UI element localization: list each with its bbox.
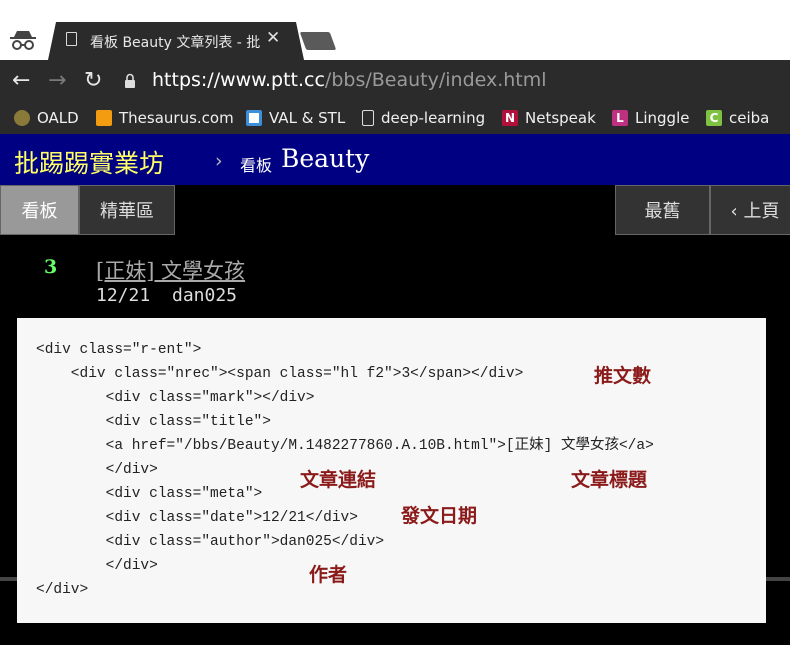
new-tab-button[interactable] [299,32,337,50]
oald-icon [14,110,30,126]
code-line: <div class="title"> [36,414,271,430]
code-line: </div> [36,558,158,574]
page-icon [66,32,77,46]
bookmark-label: Thesaurus.com [119,109,234,127]
code-line: <div class="mark"></div> [36,390,315,406]
article-date: 12/21 [96,285,151,306]
code-line: <div class="date">12/21</div> [36,510,358,526]
breadcrumb-separator: › [215,150,223,172]
article-author: dan025 [172,285,238,306]
ceiba-icon: C [706,110,722,126]
bookmark-thesaurus[interactable]: Thesaurus.com [96,107,234,129]
html-code-annotation-panel: <div class="r-ent"> <div class="nrec"><s… [17,318,766,623]
page-icon [362,110,374,126]
site-logo-link[interactable]: 批踢踢實業坊 [14,144,164,180]
code-line: <div class="nrec"><span class="hl f2">3<… [36,366,524,382]
code-line: <div class="meta"> [36,486,263,502]
url-path: /bbs/Beauty/index.html [324,69,547,91]
code-line: </div> [36,582,89,598]
ptt-header: 批踢踢實業坊 › 看板 Beauty [0,134,790,185]
tab-title: 看板 Beauty 文章列表 - 批 [90,35,261,51]
code-line: <div class="r-ent"> [36,342,202,358]
bookmarks-bar: OALD Thesaurus.com VAL & STL deep-learni… [0,102,790,134]
browser-tab[interactable]: 看板 Beauty 文章列表 - 批 ✕ [48,22,304,60]
lock-icon[interactable] [124,73,136,88]
grid-icon [246,110,262,126]
oldest-page-button[interactable]: 最舊 [615,185,710,235]
previous-page-button[interactable]: ‹ 上頁 [710,185,790,235]
tab-strip: 看板 Beauty 文章列表 - 批 ✕ [0,0,790,60]
code-line: </div> [36,462,158,478]
bookmark-label: Linggle [635,109,690,127]
bookmark-label: Netspeak [525,109,596,127]
digest-button[interactable]: 精華區 [79,185,175,235]
bookmark-netspeak[interactable]: N Netspeak [502,107,596,129]
article-title-link[interactable]: [正妹] 文學女孩 [96,255,245,285]
bookmark-label: ceiba [729,109,770,127]
code-line: <div class="author">dan025</div> [36,534,385,550]
annotation-author: 作者 [309,564,348,586]
back-button[interactable]: ← [12,68,30,94]
url-host: https://www.ptt.cc [152,69,325,91]
bookmark-oald[interactable]: OALD [14,107,79,129]
annotation-push-count: 推文數 [594,365,652,387]
annotation-article-title: 文章標題 [571,469,648,491]
incognito-icon [10,31,36,50]
browser-toolbar: ← → ↻ https://www.ptt.cc/bbs/Beauty/inde… [0,60,790,102]
annotation-article-link: 文章連結 [300,469,377,491]
close-tab-icon[interactable]: ✕ [266,28,280,48]
bookmark-linggle[interactable]: L Linggle [612,107,689,129]
linggle-icon: L [612,110,628,126]
bookmark-label: deep-learning [381,109,486,127]
bookmark-label: VAL & STL [269,109,346,127]
thesaurus-icon [96,110,112,126]
netspeak-icon: N [502,110,518,126]
push-count: 3 [44,256,58,278]
bookmark-deep-learning[interactable]: deep-learning [362,107,485,129]
board-name-link[interactable]: Beauty [281,144,369,173]
bookmark-val-stl[interactable]: VAL & STL [246,107,345,129]
board-tab-button[interactable]: 看板 [0,185,79,235]
reload-button[interactable]: ↻ [84,68,102,94]
address-bar[interactable]: https://www.ptt.cc/bbs/Beauty/index.html [152,69,547,91]
board-label: 看板 [240,156,273,175]
code-line: <a href="/bbs/Beauty/M.1482277860.A.10B.… [36,438,654,454]
bookmark-label: OALD [37,109,79,127]
annotation-post-date: 發文日期 [401,505,478,527]
forward-button[interactable]: → [48,68,66,94]
bookmark-ceiba[interactable]: C ceiba [706,107,769,129]
